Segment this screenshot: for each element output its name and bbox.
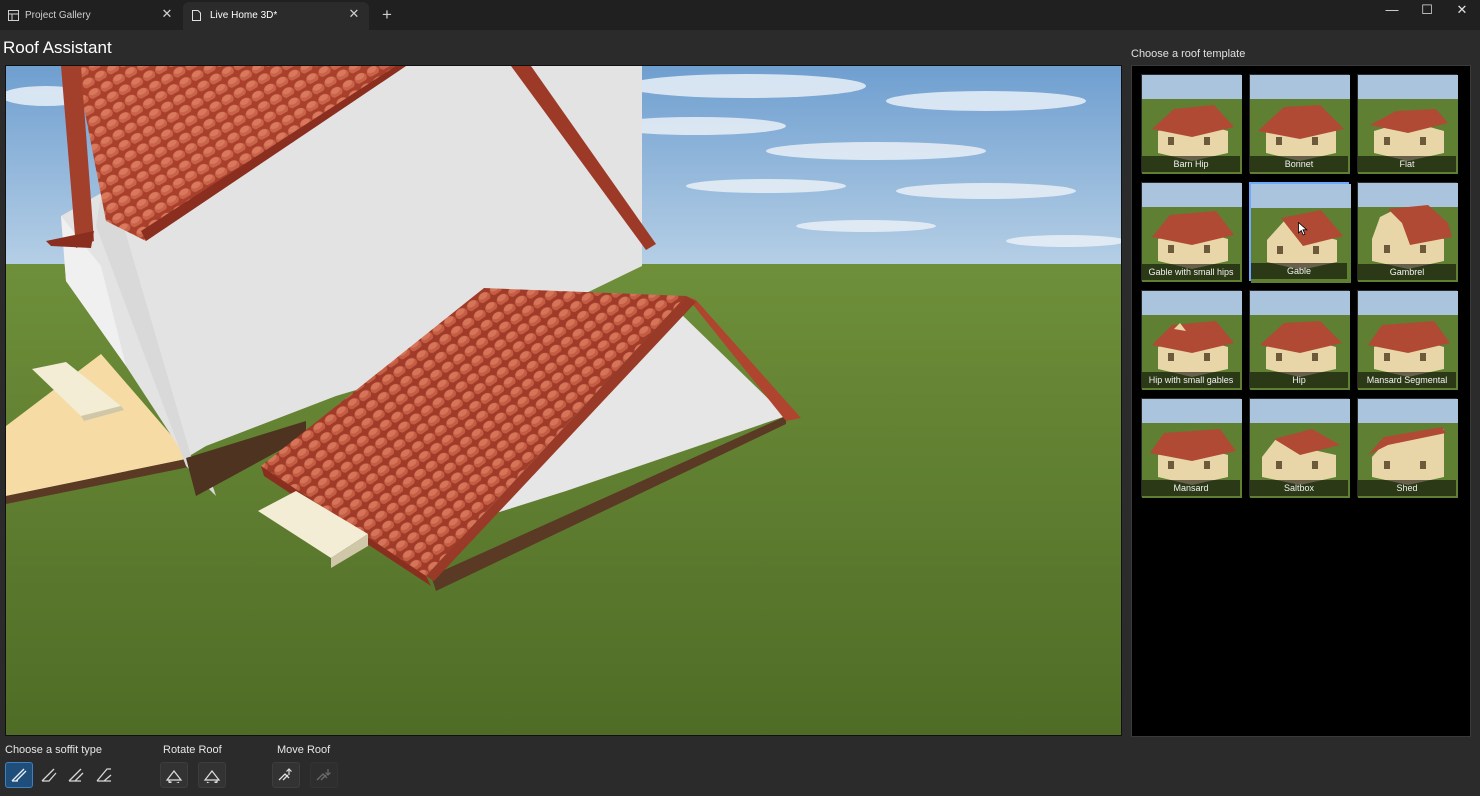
rotate-roof-label: Rotate Roof (163, 744, 222, 756)
template-label: Bonnet (1250, 156, 1348, 172)
template-label: Shed (1358, 480, 1456, 496)
move-roof-up-icon (278, 768, 292, 781)
tab-label: Live Home 3D* (210, 10, 278, 21)
template-label: Flat (1358, 156, 1456, 172)
template-flat[interactable]: Flat (1357, 74, 1458, 174)
template-label: Mansard (1142, 480, 1240, 496)
rotate-roof-right-button[interactable] (198, 762, 226, 788)
template-bonnet[interactable]: Bonnet (1249, 74, 1350, 174)
template-barn-hip[interactable]: Barn Hip (1141, 74, 1242, 174)
tab-label: Project Gallery (25, 10, 91, 21)
template-hip-with-small-gables[interactable]: Hip with small gables (1141, 290, 1242, 390)
soffit-type-1-icon (11, 768, 27, 782)
tab-close-icon[interactable]: ✕ (348, 7, 360, 20)
soffit-type-label: Choose a soffit type (5, 744, 103, 756)
minimize-button[interactable]: — (1379, 2, 1405, 18)
move-roof-up-button[interactable] (272, 762, 300, 788)
template-label: Saltbox (1250, 480, 1348, 496)
template-saltbox[interactable]: Saltbox (1249, 398, 1350, 498)
template-label: Gable with small hips (1142, 264, 1240, 280)
rotate-roof-left-button[interactable] (160, 762, 188, 788)
mouse-cursor-icon (1298, 222, 1308, 236)
template-label: Gambrel (1358, 264, 1456, 280)
template-gambrel[interactable]: Gambrel (1357, 182, 1458, 282)
move-roof-down-button[interactable] (310, 762, 338, 788)
title-bar: Project Gallery ✕ Live Home 3D* ✕ + — ☐ … (0, 0, 1480, 30)
template-shed[interactable]: Shed (1357, 398, 1458, 498)
template-hip[interactable]: Hip (1249, 290, 1350, 390)
move-roof-down-icon (316, 769, 331, 781)
rotate-right-icon (203, 770, 221, 783)
rotate-left-icon (165, 770, 183, 783)
template-label: Gable (1251, 263, 1347, 279)
maximize-button[interactable]: ☐ (1414, 2, 1440, 18)
tab-close-icon[interactable]: ✕ (161, 7, 173, 20)
app-header (0, 30, 1480, 64)
template-label: Hip (1250, 372, 1348, 388)
move-roof-label: Move Roof (277, 744, 331, 756)
soffit-type-3-button[interactable] (62, 762, 90, 788)
tab-live-home-3d[interactable]: Live Home 3D* ✕ (183, 2, 369, 30)
soffit-type-1-button[interactable] (5, 762, 33, 788)
template-mansard-segmental[interactable]: Mansard Segmental (1357, 290, 1458, 390)
soffit-type-3-icon (68, 768, 84, 782)
template-panel-title: Choose a roof template (1131, 48, 1246, 60)
tab-project-gallery[interactable]: Project Gallery ✕ (0, 2, 182, 30)
3d-viewport[interactable] (5, 65, 1122, 736)
add-tab-button[interactable]: + (378, 6, 396, 24)
soffit-type-2-icon (41, 768, 57, 782)
page-title: Roof Assistant (3, 38, 112, 57)
template-gable-with-small-hips[interactable]: Gable with small hips (1141, 182, 1242, 282)
3d-scene (6, 66, 1121, 735)
template-label: Barn Hip (1142, 156, 1240, 172)
document-icon (192, 10, 201, 21)
template-label: Hip with small gables (1142, 372, 1240, 388)
gallery-icon (8, 10, 19, 21)
close-window-button[interactable]: ✕ (1449, 2, 1475, 18)
soffit-type-4-icon (96, 768, 112, 782)
soffit-type-2-button[interactable] (35, 762, 63, 788)
soffit-type-4-button[interactable] (90, 762, 118, 788)
template-label: Mansard Segmental (1358, 372, 1456, 388)
template-mansard[interactable]: Mansard (1141, 398, 1242, 498)
